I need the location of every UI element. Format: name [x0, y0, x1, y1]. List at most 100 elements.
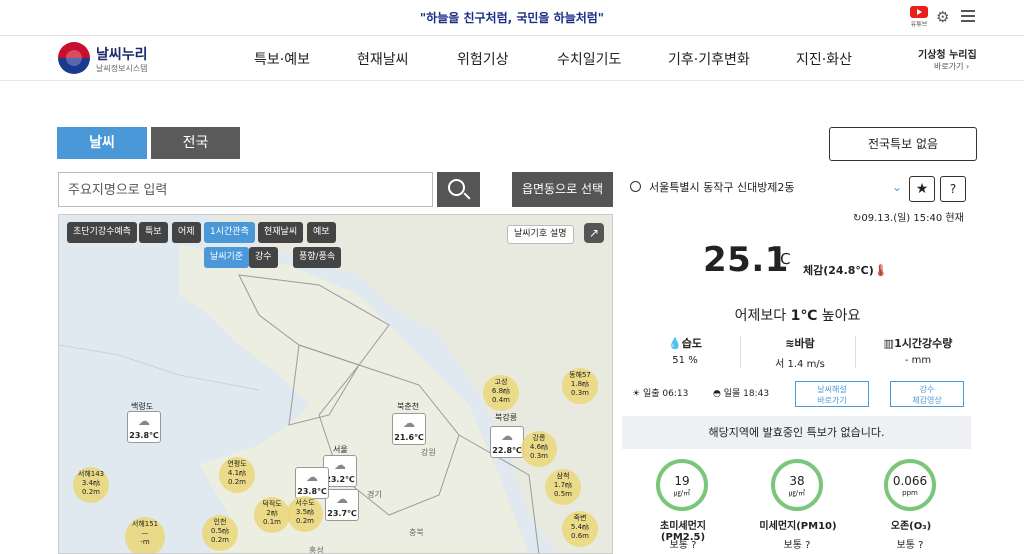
nav-item-climate[interactable]: 기후·기후변화 [668, 49, 750, 69]
rain-video-button[interactable]: 강수 체감영상 [890, 381, 964, 407]
map-btn-wind[interactable]: 풍향/풍속 [293, 247, 342, 268]
thermometer-icon: 🌡 [873, 264, 888, 277]
station-card[interactable]: ☁ 23.8℃ [127, 411, 161, 443]
wind-wave-marker[interactable]: 서해151— -m [125, 517, 165, 553]
help-icon: ? [805, 540, 811, 551]
tab-national[interactable]: 전국 [151, 127, 240, 159]
station-card[interactable]: ☁ 22.8℃ [490, 426, 524, 458]
temperature-unit: ℃ [774, 250, 791, 268]
gear-icon[interactable]: ⚙ [936, 8, 949, 26]
cloud-icon: ☁ [403, 416, 415, 430]
tab-weather[interactable]: 날씨 [57, 127, 147, 159]
cloud-icon: ☁ [336, 492, 348, 506]
station-label: 서울 [333, 445, 348, 454]
top-bar: "하늘을 친구처럼, 국민을 하늘처럼" 유튜브 ⚙ [0, 0, 1024, 36]
map-btn-warning[interactable]: 특보 [139, 222, 168, 243]
wind-wave-marker[interactable]: 연평도 4.1㎧ 0.2m [219, 457, 255, 493]
pm10-label: 미세먼지(PM10) [759, 521, 837, 532]
wind-label: ≋바람 [785, 337, 815, 350]
wind-wave-marker[interactable]: 죽변 5.4㎧ 0.6m [562, 511, 598, 547]
region-label: 경기 [367, 490, 382, 499]
sunrise-icon: ☀ [632, 389, 641, 399]
feels-like: 체감(24.8℃)🌡 [803, 264, 888, 277]
ozone-gauge[interactable]: 0.066 ppm [884, 459, 936, 511]
humidity-value: 51 % [672, 355, 698, 366]
logo-icon[interactable] [58, 42, 90, 74]
map-btn-hourly[interactable]: 1시간관측 [204, 222, 255, 243]
youtube-icon [910, 6, 928, 18]
wind-wave-marker[interactable]: 서해143 3.4㎧ 0.2m [73, 467, 109, 503]
chevron-down-icon[interactable]: ⌄ [892, 180, 902, 194]
precip-label: ▥1시간강수량 [883, 337, 953, 350]
droplet-icon: 💧 [668, 337, 682, 350]
region-label: 홍성 [309, 546, 324, 554]
youtube-link[interactable]: 유튜브 [908, 6, 930, 28]
map-btn-current[interactable]: 현재날씨 [258, 222, 304, 243]
map-btn-weather-basis[interactable]: 날씨기준 [204, 247, 250, 268]
wind-wave-marker[interactable]: 고성 6.8㎧ 0.4m [483, 375, 519, 411]
wind-wave-marker[interactable]: 인천 0.5㎧ 0.2m [202, 515, 238, 551]
region-label: 충북 [409, 528, 424, 537]
location-selector[interactable]: 서울특별시 동작구 신대방제2동 [630, 179, 795, 195]
nav-item-hazard[interactable]: 위험기상 [457, 49, 509, 69]
wind-wave-marker[interactable]: 삼척 1.7㎧ 0.5m [545, 469, 581, 505]
humidity-label: 💧습도 [668, 337, 702, 350]
slogan: "하늘을 친구처럼, 국민을 하늘처럼" [419, 11, 605, 25]
station-label: 북춘천 [397, 402, 420, 411]
star-icon[interactable]: ★ [909, 176, 935, 202]
rain-gauge-icon: ▥ [883, 337, 895, 350]
national-warning-button[interactable]: 전국특보 없음 [829, 127, 977, 161]
map-btn-yesterday[interactable]: 어제 [172, 222, 201, 243]
station-label: 북강릉 [495, 413, 518, 422]
nav-item-chart[interactable]: 수치일기도 [557, 49, 621, 69]
update-time: ↻09.13.(일) 15:40 현재 [853, 213, 964, 224]
search-button[interactable] [437, 172, 480, 207]
umd-select-button[interactable]: 읍면동으로 선택 [512, 172, 613, 207]
external-link-icon[interactable]: ↗ [584, 223, 604, 243]
pm10-status: 보통 ? [783, 540, 811, 551]
cloud-icon: ☁ [306, 470, 318, 484]
help-icon: ? [918, 540, 924, 551]
target-icon [630, 181, 641, 192]
cloud-icon: ☁ [138, 414, 150, 428]
nav-item-forecast[interactable]: 특보·예보 [254, 49, 310, 69]
wind-wave-marker[interactable]: 덕적도 2㎧ 0.1m [254, 497, 290, 533]
ozone-status: 보통 ? [896, 540, 924, 551]
nav-item-current[interactable]: 현재날씨 [357, 49, 409, 69]
nav-item-earthquake[interactable]: 지진·화산 [796, 49, 852, 69]
sunset: ◓ 일몰 18:43 [713, 389, 770, 399]
wind-wave-marker[interactable]: 강릉 4.6㎧ 0.3m [521, 431, 557, 467]
station-card[interactable]: ☁ 23.7℃ [325, 489, 359, 521]
station-card[interactable]: ☁ 21.6℃ [392, 413, 426, 445]
help-icon: ? [691, 540, 697, 551]
map-btn-rain[interactable]: 강수 [249, 247, 278, 268]
wind-wave-marker[interactable]: 서수도 3.5㎧ 0.2m [287, 496, 323, 532]
portal-link[interactable]: 기상청 누리집 [918, 46, 977, 61]
portal-link-sub[interactable]: 바로가기 › [934, 61, 969, 72]
sunrise: ☀ 일출 06:13 [632, 389, 689, 399]
wind-value: 서 1.4 m/s [775, 359, 825, 370]
logo-title[interactable]: 날씨누리 [96, 44, 148, 64]
logo-subtitle: 날씨정보시스템 [96, 64, 148, 73]
no-warning-banner: 해당지역에 발효중인 특보가 없습니다. [622, 416, 971, 449]
map-btn-forecast[interactable]: 예보 [307, 222, 336, 243]
search-input[interactable] [58, 172, 433, 207]
wind-wave-marker[interactable]: 동해57 1.8㎧ 0.3m [562, 368, 598, 404]
pm10-gauge[interactable]: 38 ㎍/㎥ [771, 459, 823, 511]
region-label: 강원 [421, 448, 436, 457]
ozone-label: 오존(O₃) [890, 521, 932, 532]
pm25-gauge[interactable]: 19 ㎍/㎥ [656, 459, 708, 511]
weather-commentary-button[interactable]: 날씨해설 바로가기 [795, 381, 869, 407]
map-btn-nowcast[interactable]: 초단기강수예측 [67, 222, 137, 243]
precip-value: - mm [904, 355, 932, 366]
weather-map[interactable]: 초단기강수예측 특보 어제 1시간관측 현재날씨 예보 날씨기준 강수 풍향/풍… [58, 214, 613, 554]
legend-button[interactable]: 날씨기호 설명 [507, 225, 574, 244]
pm25-status: 보통 ? [669, 540, 697, 551]
menu-icon[interactable] [961, 10, 975, 25]
youtube-label: 유튜브 [910, 21, 928, 28]
help-button[interactable]: ? [940, 176, 966, 202]
location-text: 서울특별시 동작구 신대방제2동 [649, 181, 795, 194]
yesterday-comparison: 어제보다 1℃ 높아요 [734, 308, 861, 324]
station-card[interactable]: ☁ 23.8℃ [295, 467, 329, 499]
cloud-icon: ☁ [501, 429, 513, 443]
